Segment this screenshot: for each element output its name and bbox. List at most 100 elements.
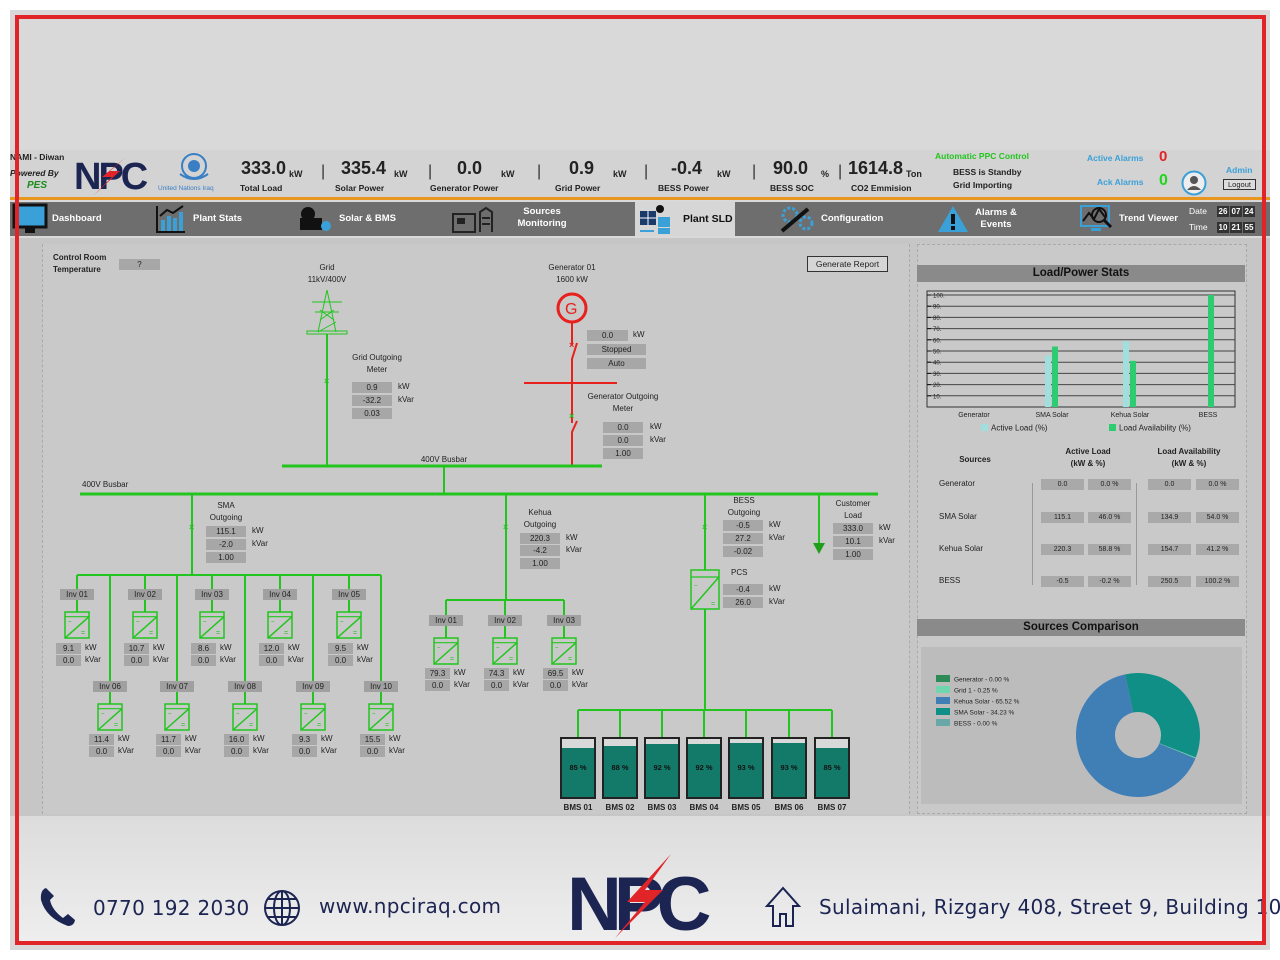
y-tick-label: 90. <box>933 305 942 311</box>
generator-meter-label: Generator Outgoing <box>587 392 659 401</box>
inverter-kvar: 0.0 <box>191 655 216 666</box>
svg-text:~: ~ <box>101 712 105 718</box>
inverter-icon[interactable]: ~= <box>164 703 190 731</box>
bar-active-load <box>1045 355 1051 407</box>
customer-load-label: Customer <box>835 499 871 508</box>
battery-bms[interactable]: 88 % <box>602 737 638 799</box>
inverter-kw: 9.5 <box>328 643 353 654</box>
breaker-icon[interactable]: × <box>569 340 574 350</box>
lower-busbar-label: 400V Busbar <box>82 480 129 489</box>
sma-meter-value: 1.00 <box>206 552 246 563</box>
unit-label: kW <box>513 668 525 677</box>
unit-label: kVar <box>185 746 201 755</box>
donut-legend-label: Kehua Solar - 65.52 % <box>954 699 1020 706</box>
stat-value: 90.0 <box>773 158 809 178</box>
inverter-kvar: 0.0 <box>360 746 385 757</box>
breaker-icon[interactable]: × <box>702 522 707 532</box>
inverter-icon[interactable]: ~= <box>97 703 123 731</box>
stat-cell: 100.2 % <box>1196 576 1239 587</box>
x-tick-label: Kehua Solar <box>1111 412 1150 419</box>
inverter-icon[interactable]: ~= <box>492 637 518 665</box>
breaker-icon[interactable]: × <box>189 522 194 532</box>
bess-meter-value: 27.2 <box>723 533 763 544</box>
svg-text:~: ~ <box>236 712 240 718</box>
globe-icon <box>264 890 300 926</box>
battery-bms[interactable]: 93 % <box>728 737 764 799</box>
stat-cell: 0.0 % <box>1088 479 1131 490</box>
unit-label: kW <box>85 643 97 652</box>
y-tick-label: 10. <box>933 394 942 400</box>
grid-meter-value: -32.2 <box>352 395 392 406</box>
stat-label: Grid Power <box>555 183 601 193</box>
grid-tower-icon <box>306 289 348 335</box>
y-tick-label: 70. <box>933 327 942 333</box>
inverter-name: Inv 05 <box>332 589 366 600</box>
source-name: Generator <box>939 479 976 488</box>
battery-fill <box>562 747 594 797</box>
battery-bms[interactable]: 92 % <box>644 737 680 799</box>
x-tick-label: SMA Solar <box>1035 412 1069 419</box>
legend-swatch <box>1109 424 1116 431</box>
unit-label: kW <box>398 382 410 391</box>
unit-label: kVar <box>118 746 134 755</box>
unit-label: kW <box>118 734 130 743</box>
inverter-icon[interactable]: ~= <box>300 703 326 731</box>
unit-label: kVar <box>879 536 895 545</box>
battery-bms[interactable]: 93 % <box>771 737 807 799</box>
inverter-icon[interactable]: ~= <box>368 703 394 731</box>
inverter-kw: 11.4 <box>89 734 114 745</box>
unit-label: kW <box>454 668 466 677</box>
donut-legend-label: Grid 1 - 0.25 % <box>954 688 998 695</box>
inverter-icon[interactable]: ~= <box>551 637 577 665</box>
stat-separator: | <box>752 163 757 180</box>
battery-bms[interactable]: 85 % <box>560 737 596 799</box>
donut-legend-swatch <box>936 708 950 715</box>
stat-cell: 220.3 <box>1041 544 1084 555</box>
inverter-icon[interactable]: ~= <box>64 611 90 639</box>
svg-text:~: ~ <box>372 712 376 718</box>
inverter-name: Inv 07 <box>160 681 194 692</box>
inverter-icon[interactable]: ~= <box>267 611 293 639</box>
inverter-icon[interactable]: ~= <box>336 611 362 639</box>
unit-label: kVar <box>153 655 169 664</box>
source-name: SMA Solar <box>939 512 977 521</box>
svg-text:~: ~ <box>437 646 441 652</box>
kehua-label-2: Outgoing <box>523 520 557 529</box>
donut-legend-swatch <box>936 719 950 726</box>
bar-load-availability <box>1130 360 1136 407</box>
battery-bms[interactable]: 92 % <box>686 737 722 799</box>
footer-phone[interactable]: 0770 192 2030 <box>93 896 250 920</box>
battery-bms[interactable]: 85 % <box>814 737 850 799</box>
inverter-icon[interactable]: ~= <box>433 637 459 665</box>
stat-cell: -0.5 <box>1041 576 1084 587</box>
source-name: BESS <box>939 576 961 585</box>
generate-report-button[interactable]: Generate Report <box>807 256 888 272</box>
stat-cell: 115.1 <box>1041 512 1084 523</box>
y-tick-label: 80. <box>933 316 942 322</box>
inverter-icon[interactable]: ~= <box>690 569 720 610</box>
donut-legend-label: BESS - 0.00 % <box>954 721 998 728</box>
inverter-icon[interactable]: ~= <box>199 611 225 639</box>
unit-label: kVar <box>513 680 529 689</box>
stat-value: 1614.8 <box>848 158 904 178</box>
unit-label: kW <box>769 584 781 593</box>
inverter-kw: 69.5 <box>543 668 568 679</box>
battery-soc: 85 % <box>569 763 587 772</box>
y-tick-label: 20. <box>933 383 942 389</box>
inverter-kw: 12.0 <box>259 643 284 654</box>
breaker-icon[interactable]: × <box>324 376 329 386</box>
temp-label-2: Temperature <box>53 265 101 274</box>
inverter-kvar: 0.0 <box>56 655 81 666</box>
inverter-icon[interactable]: ~= <box>132 611 158 639</box>
footer-website[interactable]: www.npciraq.com <box>319 894 501 918</box>
inverter-name: Inv 10 <box>364 681 398 692</box>
sources-donut-chart: Generator - 0.00 % Grid 1 - 0.25 % Kehua S… <box>936 673 1200 797</box>
stat-separator: | <box>428 163 433 180</box>
svg-text:=: = <box>114 722 118 729</box>
customer-load-label-2: Load <box>844 511 862 520</box>
switch-icon[interactable] <box>571 420 578 437</box>
sma-label: SMA <box>217 501 235 510</box>
unit-label: kVar <box>252 539 268 548</box>
unit-label: kVar <box>398 395 414 404</box>
inverter-icon[interactable]: ~= <box>232 703 258 731</box>
